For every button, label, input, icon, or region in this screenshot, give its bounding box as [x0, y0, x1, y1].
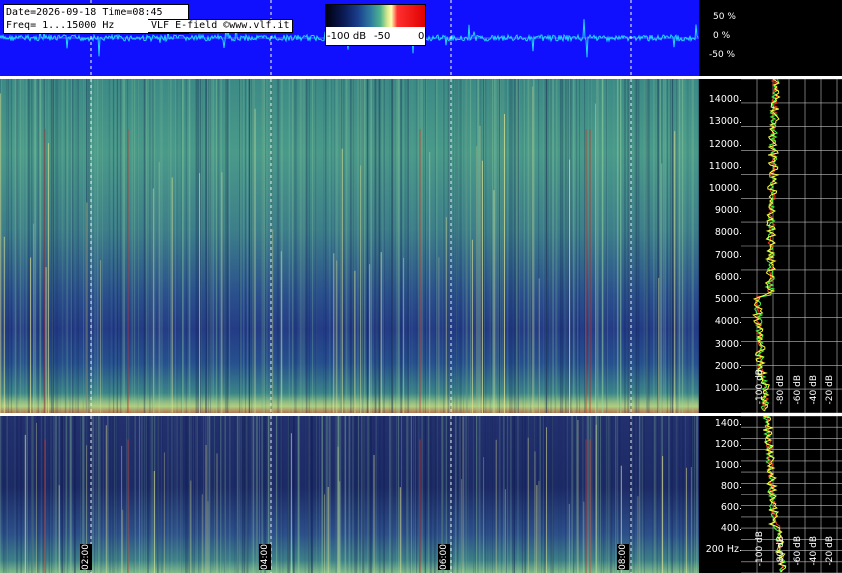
- color-scale: -100 dB -50 0: [325, 4, 426, 46]
- time-label: 06:00: [438, 544, 450, 570]
- freq-tick: 400: [720, 523, 744, 534]
- db-label: -20 dB: [825, 536, 835, 566]
- freq-tick: 1000: [714, 460, 744, 471]
- db-label: -80 dB: [776, 375, 786, 405]
- spectrum-upper-traces: [741, 79, 842, 413]
- freq-tick: 8000: [714, 227, 744, 238]
- db-label: -100 dB: [755, 369, 765, 405]
- waveform-scale-zero: 0 %: [713, 31, 731, 41]
- db-label: -20 dB: [825, 375, 835, 405]
- freq-tick: 6000: [714, 272, 744, 283]
- frequency-axis-lower: 1400 1200 1000 800 600 400 200 Hz: [699, 416, 744, 573]
- waveform-scale: 50 % 0 % -50 %: [699, 0, 842, 76]
- db-label: -60 dB: [793, 375, 803, 405]
- date-time-text: Date=2026-09-18 Time=08:45: [6, 7, 163, 18]
- freq-tick: 7000: [714, 250, 744, 261]
- db-label: -40 dB: [809, 536, 819, 566]
- vlf-spectrogram-viewer: Date=2026-09-18 Time=08:45 Freq= 1...150…: [0, 0, 842, 573]
- source-label: VLF E-field ©www.vlf.it: [148, 19, 294, 33]
- spectrum-plot-lower: -100 dB -80 dB -60 dB -40 dB -20 dB: [741, 416, 842, 573]
- waveform-scale-top: 50 %: [713, 12, 736, 22]
- waveform-panel: Date=2026-09-18 Time=08:45 Freq= 1...150…: [0, 0, 699, 76]
- freq-tick: 13000: [708, 116, 744, 127]
- db-label: -100 dB: [755, 531, 765, 567]
- db-label: -40 dB: [809, 375, 819, 405]
- freq-tick: 3000: [714, 339, 744, 350]
- spectrogram-lower: 02:00 04:00 06:00 08:00: [0, 416, 699, 573]
- color-scale-label-mid: -50: [374, 31, 391, 42]
- db-label: -80 dB: [776, 536, 786, 566]
- freq-tick: 2000: [714, 361, 744, 372]
- color-scale-gradient: [326, 5, 425, 27]
- freq-tick: 4000: [714, 316, 744, 327]
- freq-tick: 14000: [708, 94, 744, 105]
- freq-tick: 200 Hz: [705, 544, 744, 555]
- freq-tick: 1200: [714, 439, 744, 450]
- freq-tick: 11000: [708, 161, 744, 172]
- spectrogram-upper-streaks: [0, 79, 699, 413]
- freq-tick: 10000: [708, 183, 744, 194]
- time-label: 08:00: [617, 544, 629, 570]
- freq-tick: 800: [720, 481, 744, 492]
- spectrum-plot-upper: -100 dB -80 dB -60 dB -40 dB -20 dB: [741, 79, 842, 413]
- freq-tick: 5000: [714, 294, 744, 305]
- color-scale-label-max: 0: [418, 31, 425, 42]
- db-label: -60 dB: [793, 536, 803, 566]
- freq-tick: 600: [720, 502, 744, 513]
- freq-tick: 9000: [714, 205, 744, 216]
- time-label: 04:00: [259, 544, 271, 570]
- frequency-range-text: Freq= 1...15000 Hz: [6, 20, 115, 31]
- color-scale-label-min: -100 dB: [327, 31, 367, 42]
- waveform-scale-bottom: -50 %: [709, 50, 736, 60]
- frequency-axis-upper: 14000 13000 12000 11000 10000 9000 8000 …: [699, 79, 744, 413]
- spectrogram-upper: [0, 79, 699, 413]
- freq-tick: 1000: [714, 383, 744, 394]
- time-label: 02:00: [80, 544, 92, 570]
- freq-tick: 1400: [714, 418, 744, 429]
- spectrogram-lower-streaks: [0, 416, 699, 573]
- freq-tick: 12000: [708, 139, 744, 150]
